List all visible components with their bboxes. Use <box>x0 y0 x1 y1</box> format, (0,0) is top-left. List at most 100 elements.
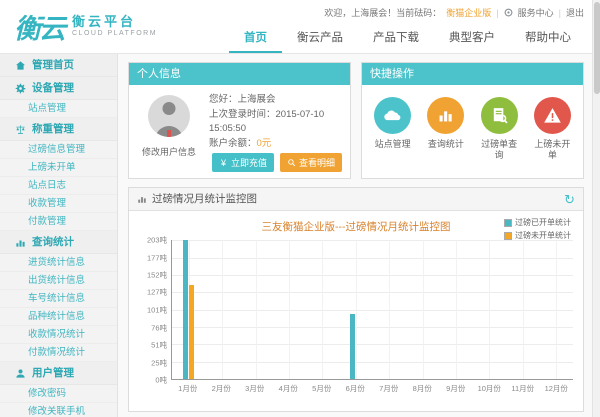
bar-issued <box>183 240 188 379</box>
nav-item[interactable]: 帮助中心 <box>510 22 586 53</box>
legend-item: 过磅已开单统计 <box>504 217 571 228</box>
quick-action[interactable]: 查询统计 <box>419 97 472 172</box>
sidebar-item[interactable]: 付款情况统计 <box>0 344 117 362</box>
quick-action[interactable]: 过磅单查询 <box>473 97 526 172</box>
sidebar-item[interactable]: 修改关联手机 <box>0 403 117 417</box>
sidebar-section-title[interactable]: 查询统计 <box>0 231 117 254</box>
refresh-icon[interactable]: ↻ <box>564 193 575 206</box>
scrollbar <box>592 0 600 417</box>
bar-group <box>406 240 439 379</box>
logo-name-en: CLOUD PLATFORM <box>72 30 157 39</box>
recharge-button[interactable]: ¥ 立即充值 <box>212 153 274 172</box>
profile-panel-title: 个人信息 <box>129 63 350 85</box>
chart-icon <box>427 97 464 134</box>
sidebar-section-label: 管理首页 <box>32 58 74 72</box>
x-tick-label: 2月份 <box>205 380 239 394</box>
quick-action-label: 上磅未开单 <box>526 139 579 162</box>
sidebar-section-title[interactable]: 用户管理 <box>0 362 117 385</box>
legend-label: 过磅未开单统计 <box>515 230 571 241</box>
last-login-row: 上次登录时间：2015-07-10 <box>209 108 342 123</box>
edition-link[interactable]: 衡猫企业版 <box>446 6 491 19</box>
service-center-link[interactable]: 服务中心 <box>518 6 554 19</box>
chart-icon <box>137 194 147 204</box>
logo-name-cn: 衡云平台 <box>72 14 157 30</box>
bar-unissued <box>189 285 194 379</box>
bar-group <box>272 240 305 379</box>
sidebar-item[interactable]: 收款管理 <box>0 195 117 213</box>
sidebar-item[interactable]: 上磅未开单 <box>0 159 117 177</box>
welcome-text: 欢迎，上海展会！当前砝码： <box>324 6 441 19</box>
quick-action-label: 过磅单查询 <box>473 139 526 162</box>
bar-group <box>439 240 472 379</box>
sidebar-section-label: 称重管理 <box>32 122 74 136</box>
bar-group <box>172 240 205 379</box>
bar-group <box>239 240 272 379</box>
divider: | <box>496 8 498 18</box>
chart-panel-title: 过磅情况月统计监控图 <box>152 192 257 206</box>
sidebar-item[interactable]: 站点日志 <box>0 177 117 195</box>
nav-item[interactable]: 典型客户 <box>434 22 510 53</box>
x-tick-label: 10月份 <box>473 380 507 394</box>
chart-legend: 过磅已开单统计过磅未开单统计 <box>504 217 571 243</box>
user-icon <box>15 368 26 379</box>
home-icon <box>15 60 26 71</box>
gear-icon <box>15 83 26 94</box>
balance-value: 0元 <box>257 138 272 149</box>
sidebar: 管理首页设备管理站点管理称重管理过磅信息管理上磅未开单站点日志收款管理付款管理查… <box>0 54 118 417</box>
cloud-icon <box>374 97 411 134</box>
bar-issued <box>350 314 355 379</box>
sidebar-item[interactable]: 进货统计信息 <box>0 254 117 272</box>
y-tick-label: 203吨 <box>147 235 167 246</box>
nav-item[interactable]: 首页 <box>229 22 282 53</box>
view-detail-button[interactable]: 查看明细 <box>280 153 342 172</box>
content: 个人信息 修改用户信息 您好：上海展会 上次登录时间：2015-07-1 <box>118 54 600 417</box>
bar-group <box>339 240 372 379</box>
chart-bars <box>172 240 573 379</box>
y-tick-label: 25吨 <box>151 357 167 368</box>
sidebar-section-label: 用户管理 <box>32 366 74 380</box>
sidebar-section-title[interactable]: 称重管理 <box>0 118 117 141</box>
sidebar-item[interactable]: 站点管理 <box>0 100 117 118</box>
x-tick-label: 3月份 <box>238 380 272 394</box>
sidebar-item[interactable]: 出货统计信息 <box>0 272 117 290</box>
x-tick-label: 5月份 <box>305 380 339 394</box>
quick-actions-title: 快捷操作 <box>362 63 583 85</box>
sidebar-item[interactable]: 修改密码 <box>0 385 117 403</box>
balance-row: 账户余额：0元 <box>209 137 342 152</box>
x-tick-label: 8月份 <box>406 380 440 394</box>
sidebar-item[interactable]: 过磅信息管理 <box>0 141 117 159</box>
bar-group <box>205 240 238 379</box>
quick-action[interactable]: 站点管理 <box>366 97 419 172</box>
sidebar-section-title[interactable]: 设备管理 <box>0 77 117 100</box>
bar-group <box>373 240 406 379</box>
logout-link[interactable]: 退出 <box>566 6 584 19</box>
sidebar-item[interactable]: 收款情况统计 <box>0 326 117 344</box>
last-login-time: 15:05:50 <box>209 122 342 137</box>
y-tick-label: 101吨 <box>147 305 167 316</box>
nav-item[interactable]: 衡云产品 <box>282 22 358 53</box>
quick-action-label: 站点管理 <box>366 139 419 150</box>
nav-item[interactable]: 产品下载 <box>358 22 434 53</box>
scrollbar-thumb[interactable] <box>594 2 600 94</box>
sidebar-section-label: 查询统计 <box>32 235 74 249</box>
sidebar-item[interactable]: 付款管理 <box>0 213 117 231</box>
main-nav: 首页衡云产品产品下载典型客户帮助中心 <box>196 22 600 53</box>
quick-action[interactable]: 上磅未开单 <box>526 97 579 172</box>
search-doc-icon <box>481 97 518 134</box>
sidebar-item[interactable]: 车号统计信息 <box>0 290 117 308</box>
legend-swatch <box>504 232 512 240</box>
logo: 衡云 衡云平台 CLOUD PLATFORM <box>0 0 196 53</box>
legend-item: 过磅未开单统计 <box>504 230 571 241</box>
sidebar-section-title[interactable]: 管理首页 <box>0 54 117 77</box>
edit-profile-link[interactable]: 修改用户信息 <box>142 145 196 158</box>
x-tick-label: 9月份 <box>439 380 473 394</box>
sidebar-item[interactable]: 品种统计信息 <box>0 308 117 326</box>
y-tick-label: 127吨 <box>147 287 167 298</box>
quick-action-label: 查询统计 <box>419 139 472 150</box>
magnifier-icon <box>287 158 296 167</box>
chart-y-axis: 203吨177吨152吨127吨101吨76吨51吨25吨0吨 <box>139 240 171 380</box>
x-tick-label: 1月份 <box>171 380 205 394</box>
warning-icon <box>534 97 571 134</box>
stats-icon <box>15 237 26 248</box>
y-tick-label: 177吨 <box>147 252 167 263</box>
